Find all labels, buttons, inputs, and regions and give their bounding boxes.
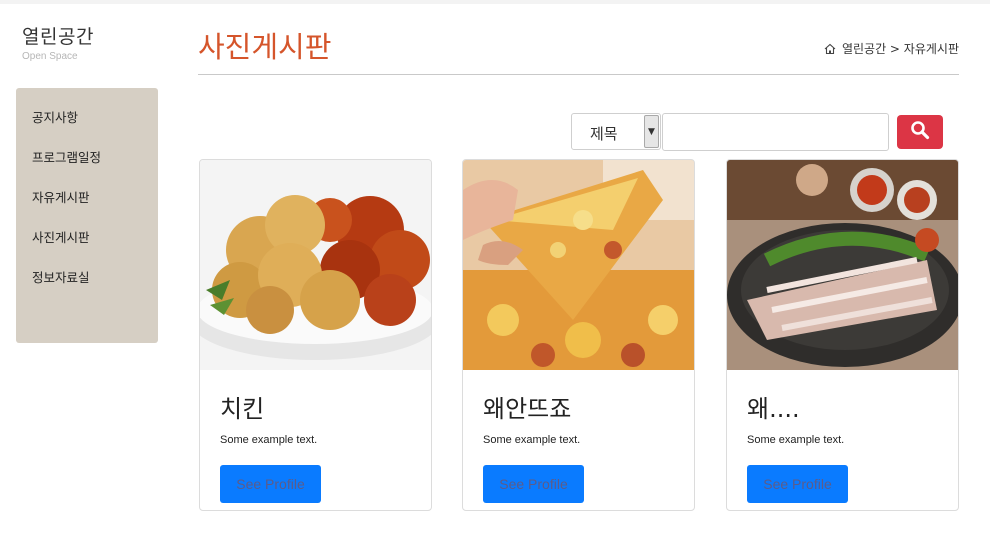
sidebar-item-library[interactable]: 정보자료실 — [32, 258, 158, 298]
header-divider — [198, 74, 959, 75]
sidebar: 공지사항 프로그램일정 자유게시판 사진게시판 정보자료실 — [16, 88, 158, 343]
sidebar-item-schedule[interactable]: 프로그램일정 — [32, 138, 158, 178]
brand[interactable]: 열린공간 Open Space — [22, 22, 94, 62]
pizza-photo — [463, 160, 694, 370]
breadcrumb: 열린공간 > 자유게시판 — [824, 40, 959, 57]
home-icon[interactable] — [824, 43, 836, 55]
card-text: Some example text. — [747, 434, 845, 446]
bossam-pork-photo — [727, 160, 958, 370]
photo-card: 왜.... Some example text. See Profile — [726, 159, 959, 511]
see-profile-button[interactable]: See Profile — [747, 465, 848, 503]
sidebar-item-free-board[interactable]: 자유게시판 — [32, 178, 158, 218]
page-title: 사진게시판 — [198, 30, 332, 64]
sidebar-item-photo-board[interactable]: 사진게시판 — [32, 218, 158, 258]
brand-subtitle: Open Space — [22, 51, 78, 62]
chevron-down-icon[interactable]: ▼ — [644, 115, 659, 148]
search-button[interactable] — [897, 115, 943, 149]
card-title: 왜.... — [747, 395, 800, 423]
sidebar-item-notice[interactable]: 공지사항 — [32, 98, 158, 138]
photo-card: 왜안뜨죠 Some example text. See Profile — [462, 159, 695, 511]
see-profile-button[interactable]: See Profile — [483, 465, 584, 503]
card-title: 왜안뜨죠 — [483, 395, 572, 423]
top-strip — [0, 0, 990, 4]
card-title: 치킨 — [220, 395, 265, 423]
search-input[interactable] — [662, 113, 889, 151]
photo-card: 치킨 Some example text. See Profile — [199, 159, 432, 511]
see-profile-button[interactable]: See Profile — [220, 465, 321, 503]
search-field-select[interactable]: 제목 ▼ — [571, 113, 661, 150]
search-icon — [910, 120, 930, 144]
fried-chicken-photo — [200, 160, 431, 370]
search-field-value: 제목 — [590, 125, 618, 143]
breadcrumb-text[interactable]: 열린공간 > 자유게시판 — [842, 40, 959, 57]
brand-title[interactable]: 열린공간 — [22, 22, 94, 49]
card-text: Some example text. — [220, 434, 318, 446]
card-text: Some example text. — [483, 434, 581, 446]
